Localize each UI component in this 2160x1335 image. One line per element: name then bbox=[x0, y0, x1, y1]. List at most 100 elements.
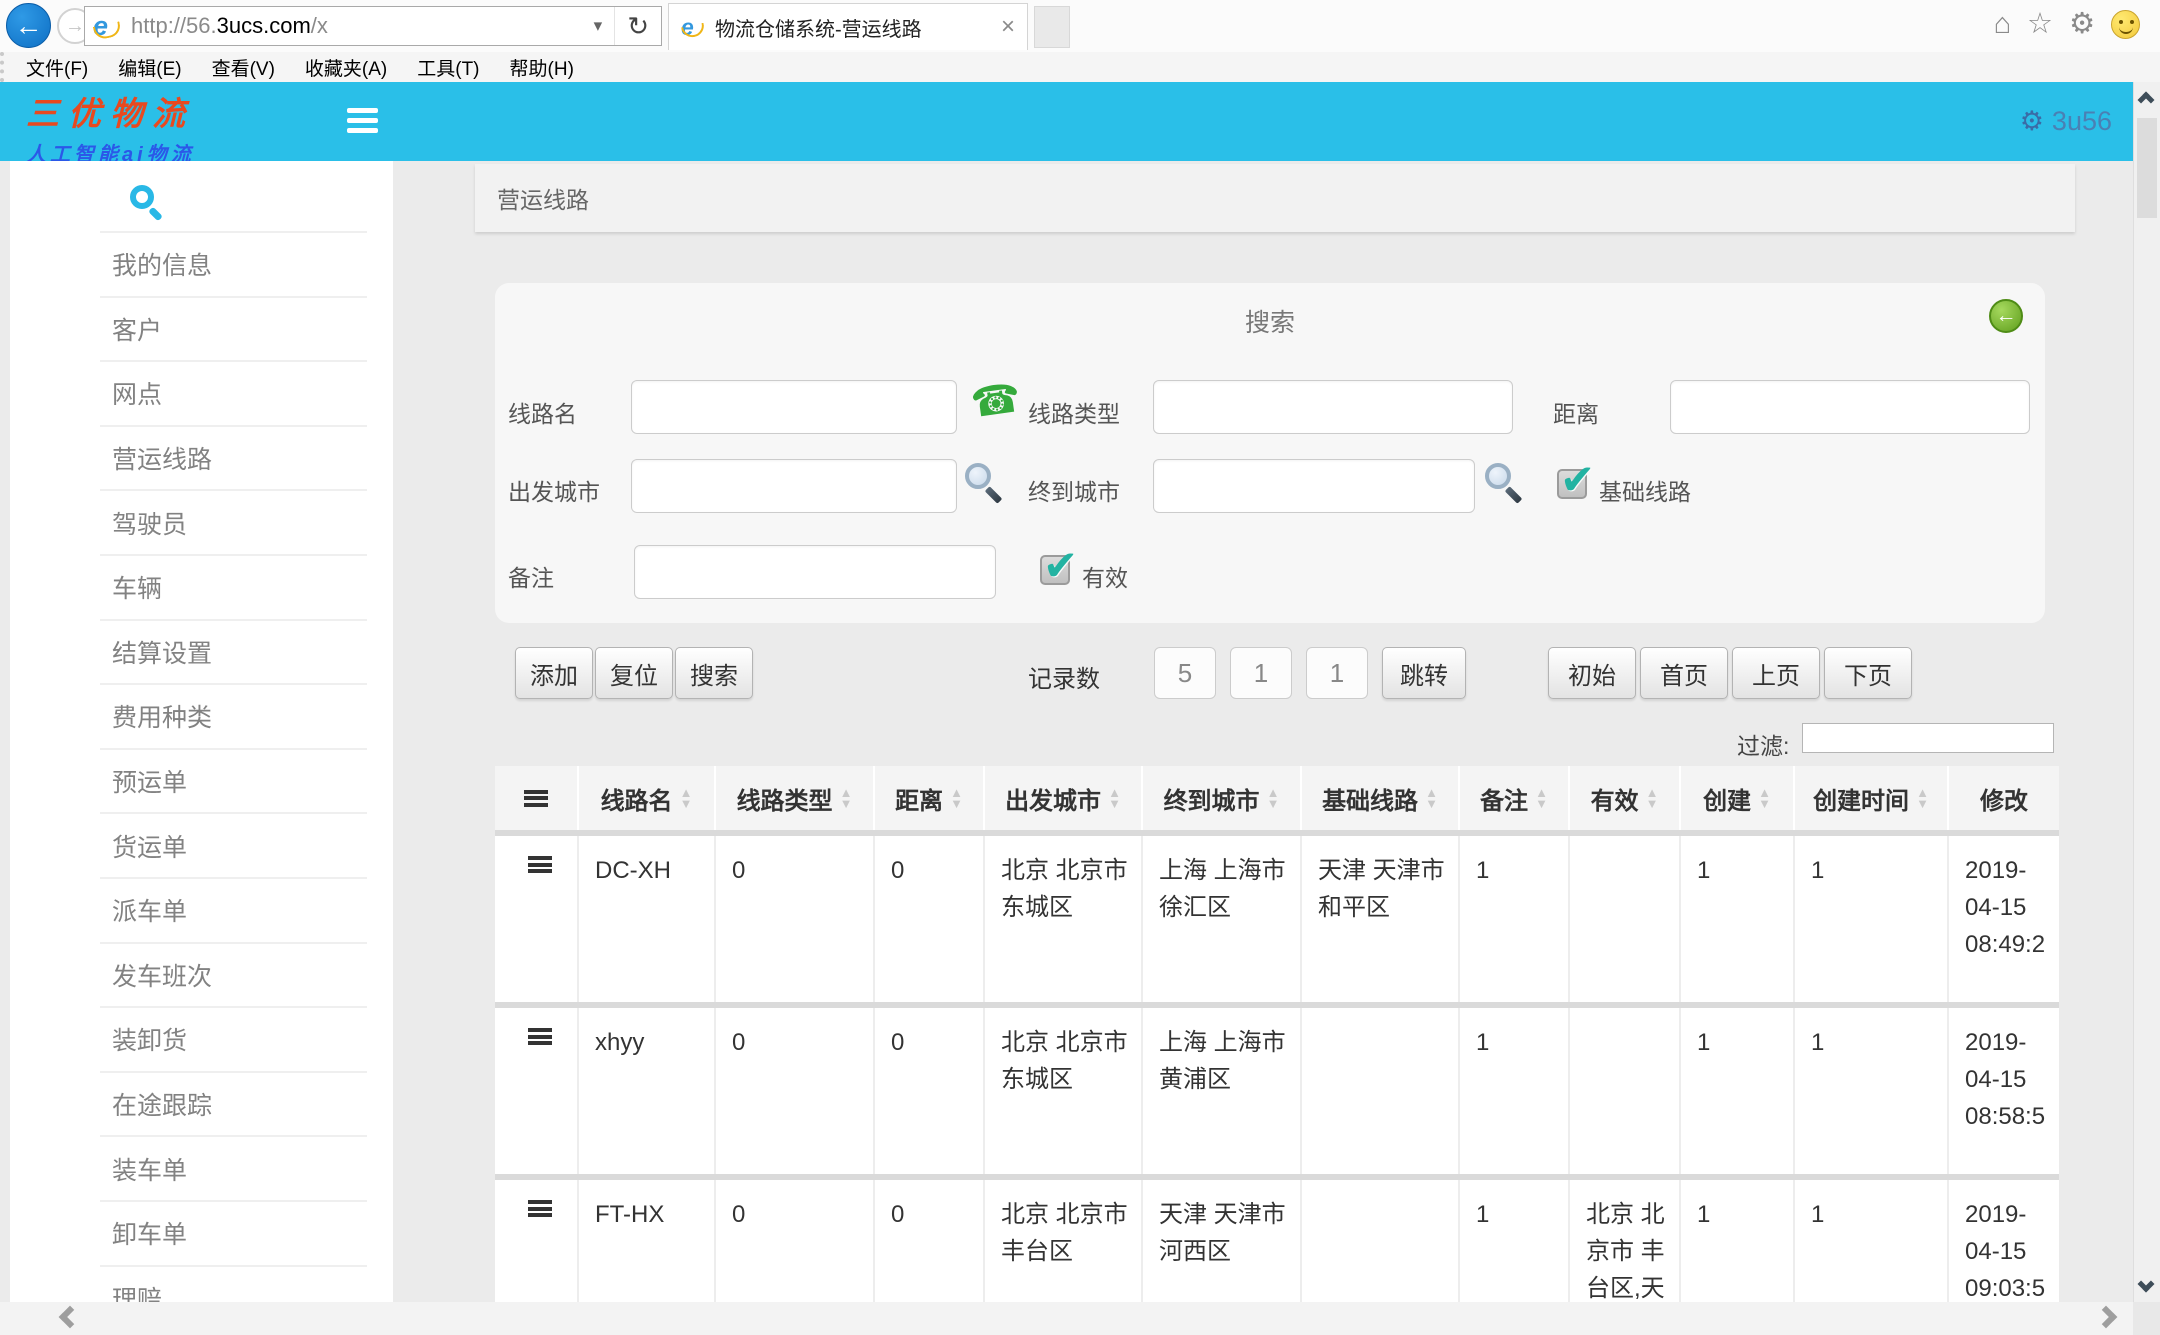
sidebar-item-operating-lines[interactable]: 营运线路 bbox=[100, 425, 367, 490]
breadcrumb: 营运线路 bbox=[475, 164, 2075, 232]
sidebar-menu: 我的信息 客户 网点 营运线路 驾驶员 车辆 结算设置 费用种类 预运单 货运单… bbox=[100, 231, 367, 1329]
sidebar-search-icon[interactable] bbox=[130, 185, 154, 209]
table-row[interactable]: xhyy 0 0 北京 北京市 东城区 上海 上海市 黄浦区 1 1 1 201… bbox=[495, 1008, 2059, 1174]
browser-tab[interactable]: e 物流仓储系统-营运线路 × bbox=[668, 3, 1028, 50]
column-remark[interactable]: 备注▲▼ bbox=[1460, 766, 1570, 830]
sidebar-toggle-hamburger-icon[interactable] bbox=[347, 108, 378, 133]
jump-button[interactable]: 跳转 bbox=[1382, 647, 1466, 699]
url-text: http://56.3ucs.com/x bbox=[131, 13, 328, 39]
row-hamburger-icon bbox=[528, 1028, 552, 1045]
menu-help[interactable]: 帮助(H) bbox=[510, 54, 574, 81]
reset-button[interactable]: 复位 bbox=[595, 647, 673, 699]
url-prefix: http://56. bbox=[131, 13, 217, 38]
sidebar-item-settlement-settings[interactable]: 结算设置 bbox=[100, 619, 367, 684]
menu-file[interactable]: 文件(F) bbox=[26, 54, 88, 81]
column-depart-city[interactable]: 出发城市▲▼ bbox=[985, 766, 1143, 830]
sort-icons: ▲▼ bbox=[1758, 787, 1771, 809]
url-dropdown-icon[interactable]: ▾ bbox=[582, 16, 615, 36]
address-bar[interactable]: e http://56.3ucs.com/x ▾ ↻ bbox=[84, 6, 662, 46]
depart-city-search-icon[interactable] bbox=[965, 463, 991, 489]
column-label: 线路类型 bbox=[737, 781, 833, 816]
sidebar-item-my-info[interactable]: 我的信息 bbox=[100, 231, 367, 296]
first-page-button[interactable]: 首页 bbox=[1640, 647, 1728, 699]
next-page-button[interactable]: 下页 bbox=[1824, 647, 1912, 699]
column-arrive-city[interactable]: 终到城市▲▼ bbox=[1143, 766, 1302, 830]
line-name-input[interactable] bbox=[631, 380, 957, 434]
total-pages-input[interactable] bbox=[1306, 647, 1368, 699]
depart-city-input[interactable] bbox=[631, 459, 957, 513]
sort-icons: ▲▼ bbox=[1916, 787, 1929, 809]
vertical-scrollbar-thumb[interactable] bbox=[2137, 118, 2157, 218]
sidebar-item-load-unload[interactable]: 装卸货 bbox=[100, 1006, 367, 1071]
horizontal-scrollbar[interactable] bbox=[0, 1302, 2133, 1335]
table-row[interactable]: DC-XH 0 0 北京 北京市 东城区 上海 上海市 徐汇区 天津 天津市 和… bbox=[495, 836, 2059, 1002]
column-line-name[interactable]: 线路名▲▼ bbox=[579, 766, 716, 830]
new-tab-button[interactable] bbox=[1034, 6, 1070, 48]
cell-base-line bbox=[1302, 1008, 1460, 1174]
column-created[interactable]: 创建▲▼ bbox=[1681, 766, 1795, 830]
sidebar-item-freight-bill[interactable]: 货运单 bbox=[100, 812, 367, 877]
sidebar-item-departure-shifts[interactable]: 发车班次 bbox=[100, 942, 367, 1007]
column-label: 备注 bbox=[1480, 781, 1528, 816]
column-created-time[interactable]: 创建时间 ▲▼ bbox=[1795, 766, 1949, 830]
back-button[interactable]: ← bbox=[6, 3, 51, 48]
row-menu-cell[interactable] bbox=[495, 1008, 579, 1174]
menu-favorites[interactable]: 收藏夹(A) bbox=[305, 54, 387, 81]
sidebar-item-in-transit-tracking[interactable]: 在途跟踪 bbox=[100, 1071, 367, 1136]
sidebar-item-loading-bill[interactable]: 装车单 bbox=[100, 1135, 367, 1200]
add-button[interactable]: 添加 bbox=[515, 647, 593, 699]
column-line-type[interactable]: 线路类型▲▼ bbox=[716, 766, 875, 830]
column-base-line[interactable]: 基础线路▲▼ bbox=[1302, 766, 1460, 830]
filter-input[interactable] bbox=[1802, 723, 2054, 753]
favorites-star-icon[interactable]: ☆ bbox=[2027, 10, 2053, 39]
collapse-panel-button[interactable]: ← bbox=[1989, 299, 2023, 333]
sidebar-item-pre-waybill[interactable]: 预运单 bbox=[100, 748, 367, 813]
scroll-up-icon[interactable] bbox=[2138, 92, 2155, 109]
prev-page-button[interactable]: 上页 bbox=[1732, 647, 1820, 699]
initial-page-button[interactable]: 初始 bbox=[1548, 647, 1636, 699]
menu-view[interactable]: 查看(V) bbox=[212, 54, 275, 81]
remark-input[interactable] bbox=[634, 545, 996, 599]
column-distance[interactable]: 距离▲▼ bbox=[875, 766, 985, 830]
line-type-input[interactable] bbox=[1153, 380, 1513, 434]
scroll-down-icon[interactable] bbox=[2138, 1276, 2155, 1293]
menu-edit[interactable]: 编辑(E) bbox=[118, 54, 181, 81]
settings-gear-icon[interactable]: ⚙ bbox=[2069, 10, 2095, 39]
home-icon[interactable]: ⌂ bbox=[1993, 10, 2011, 39]
current-page-input[interactable] bbox=[1230, 647, 1292, 699]
sort-icons: ▲▼ bbox=[950, 787, 963, 809]
sidebar-item-fee-types[interactable]: 费用种类 bbox=[100, 683, 367, 748]
column-label: 创建时间 bbox=[1813, 781, 1909, 816]
row-hamburger-icon bbox=[528, 856, 552, 873]
tab-title: 物流仓储系统-营运线路 bbox=[715, 13, 922, 42]
user-menu[interactable]: ⚙ 3u56 bbox=[2020, 106, 2112, 137]
collapse-arrow-icon: ← bbox=[1996, 304, 2017, 328]
tab-close-icon[interactable]: × bbox=[1001, 15, 1015, 39]
tab-favicon: e bbox=[681, 16, 705, 39]
page-size-input[interactable] bbox=[1154, 647, 1216, 699]
header-menu-cell[interactable] bbox=[495, 766, 579, 830]
sidebar-item-vehicles[interactable]: 车辆 bbox=[100, 554, 367, 619]
column-valid[interactable]: 有效▲▼ bbox=[1570, 766, 1681, 830]
phone-icon[interactable]: ☎ bbox=[968, 378, 1023, 425]
sidebar-item-customers[interactable]: 客户 bbox=[100, 296, 367, 361]
scrollbar-corner bbox=[2133, 1302, 2160, 1335]
vertical-scrollbar[interactable] bbox=[2133, 82, 2160, 1335]
refresh-icon[interactable]: ↻ bbox=[614, 7, 661, 45]
valid-checkbox[interactable] bbox=[1040, 555, 1070, 585]
distance-input[interactable] bbox=[1670, 380, 2030, 434]
menu-tools[interactable]: 工具(T) bbox=[417, 54, 479, 81]
url-domain: 3ucs.com bbox=[217, 13, 311, 38]
feedback-smiley-icon[interactable] bbox=[2111, 10, 2140, 39]
sidebar-item-unloading-bill[interactable]: 卸车单 bbox=[100, 1200, 367, 1265]
arrive-city-input[interactable] bbox=[1153, 459, 1475, 513]
search-button[interactable]: 搜索 bbox=[675, 647, 753, 699]
arrive-city-search-icon[interactable] bbox=[1485, 463, 1511, 489]
sidebar-item-dispatch-bill[interactable]: 派车单 bbox=[100, 877, 367, 942]
column-modified[interactable]: 修改 bbox=[1949, 766, 2059, 830]
row-menu-cell[interactable] bbox=[495, 836, 579, 1002]
line-name-label: 线路名 bbox=[508, 395, 577, 429]
sidebar-item-drivers[interactable]: 驾驶员 bbox=[100, 489, 367, 554]
base-line-checkbox[interactable] bbox=[1557, 469, 1587, 499]
sidebar-item-branches[interactable]: 网点 bbox=[100, 360, 367, 425]
